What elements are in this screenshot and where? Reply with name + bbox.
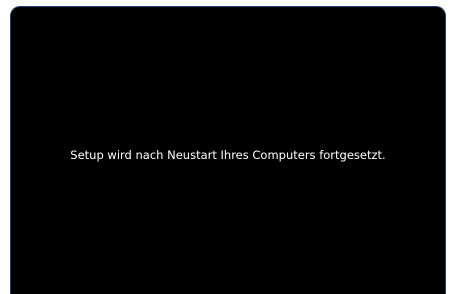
setup-window-frame: Setup wird nach Neustart Ihres Computers… — [10, 6, 446, 294]
setup-status-message: Setup wird nach Neustart Ihres Computers… — [70, 147, 386, 162]
setup-screen: Setup wird nach Neustart Ihres Computers… — [11, 7, 445, 294]
